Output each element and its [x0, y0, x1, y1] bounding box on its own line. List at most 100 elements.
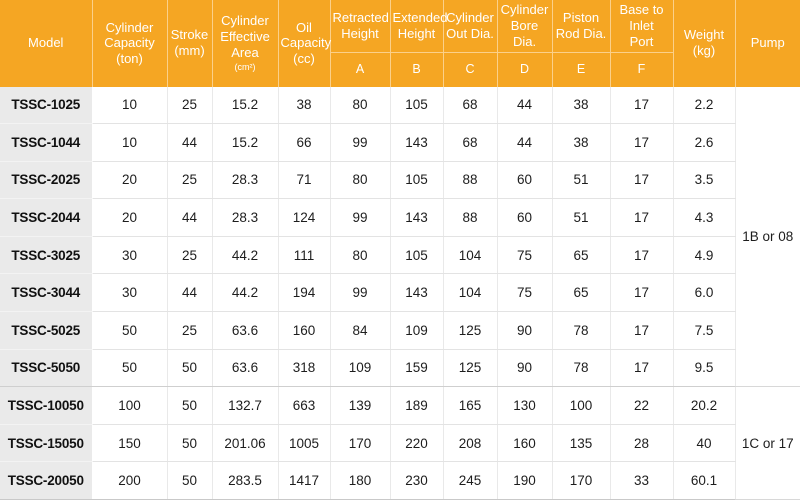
cell-eff-area: 63.6 — [212, 349, 279, 388]
cell-extended: 105 — [390, 236, 444, 275]
header-line: Bore Dia. — [510, 17, 539, 49]
header-line: Extended — [392, 9, 448, 25]
cell-rod-dia: 170 — [552, 461, 611, 500]
cell-model: TSSC-20050 — [0, 461, 93, 500]
cell-inlet-port: 17 — [610, 311, 674, 350]
cell-retracted: 109 — [330, 349, 391, 388]
cell-out-dia: 208 — [443, 424, 498, 463]
header-line: Rod Dia. — [555, 25, 607, 41]
cell-bore-dia: 60 — [497, 161, 553, 200]
cell-cyl-cap: 10 — [92, 123, 168, 162]
header-cylinder-bore-dia: Cylinder Bore Dia. — [497, 0, 553, 53]
cell-cyl-cap: 30 — [92, 273, 168, 313]
header-line: Capacity — [104, 35, 155, 51]
cell-cyl-cap: 10 — [92, 86, 168, 125]
cell-oil-cap: 663 — [278, 386, 331, 425]
cell-bore-dia: 75 — [497, 273, 553, 313]
cell-retracted: 170 — [330, 424, 391, 463]
header-line: Out Dia. — [446, 25, 494, 41]
cell-rod-dia: 100 — [552, 386, 611, 425]
cell-cyl-cap: 20 — [92, 198, 168, 237]
cell-weight: 60.1 — [673, 461, 736, 500]
header-line: Cylinder — [446, 9, 494, 25]
cell-oil-cap: 71 — [278, 161, 331, 200]
cell-rod-dia: 78 — [552, 349, 611, 388]
cell-model: TSSC-5050 — [0, 349, 93, 388]
cell-weight: 4.3 — [673, 198, 736, 237]
header-line: Port — [629, 33, 654, 49]
header-line: Cylinder — [221, 13, 269, 29]
cell-eff-area: 28.3 — [212, 198, 279, 237]
cell-eff-area: 28.3 — [212, 161, 279, 200]
cell-retracted: 139 — [330, 386, 391, 425]
header-weight: Weight (kg) — [673, 0, 736, 87]
cell-out-dia: 125 — [443, 349, 498, 388]
cell-eff-area: 44.2 — [212, 236, 279, 275]
cell-rod-dia: 135 — [552, 424, 611, 463]
cell-rod-dia: 65 — [552, 236, 611, 275]
cell-out-dia: 104 — [443, 273, 498, 313]
cell-bore-dia: 130 — [497, 386, 553, 425]
table-row: TSSC-2044 20 44 28.3 124 99 143 88 60 51 17 4.3 — [0, 198, 800, 237]
cell-inlet-port: 33 — [610, 461, 674, 500]
cell-out-dia: 245 — [443, 461, 498, 500]
cell-bore-dia: 44 — [497, 123, 553, 162]
header-unit: (ton) — [116, 51, 143, 67]
cell-oil-cap: 111 — [278, 236, 331, 275]
table-body: TSSC-1025 10 25 15.2 38 80 105 68 44 38 17 2.2 1B or… — [0, 86, 800, 500]
header-line: Height — [397, 25, 436, 41]
header-unit: (mm) — [174, 43, 205, 59]
header-code-a: A — [330, 51, 391, 87]
header-line: Height — [341, 25, 379, 41]
cell-eff-area: 15.2 — [212, 123, 279, 162]
cell-extended: 220 — [390, 424, 444, 463]
cell-eff-area: 132.7 — [212, 386, 279, 425]
cell-oil-cap: 318 — [278, 349, 331, 388]
cell-cyl-cap: 200 — [92, 461, 168, 500]
header-model: Model — [0, 0, 93, 87]
cell-model: TSSC-1044 — [0, 123, 93, 162]
cylinder-specification-table: Model Cylinder Capacity (ton) Stroke (mm… — [0, 0, 800, 500]
cell-oil-cap: 160 — [278, 311, 331, 350]
cell-model: TSSC-1025 — [0, 86, 93, 125]
header-line: Effective — [220, 29, 270, 45]
header-line: Cylinder — [105, 19, 154, 35]
header-line: Retracted — [332, 9, 389, 25]
header-cylinder-out-dia: Cylinder Out Dia. — [443, 0, 498, 53]
cell-weight: 6.0 — [673, 273, 736, 313]
cell-extended: 105 — [390, 86, 444, 125]
table-row: TSSC-2025 20 25 28.3 71 80 105 88 60 51 17 3.5 — [0, 161, 800, 200]
cell-rod-dia: 38 — [552, 86, 611, 125]
cell-extended: 189 — [390, 386, 444, 425]
cell-stroke: 25 — [167, 236, 213, 275]
cell-stroke: 44 — [167, 123, 213, 162]
cell-bore-dia: 90 — [497, 311, 553, 350]
cell-weight: 2.2 — [673, 86, 736, 125]
cell-eff-area: 63.6 — [212, 311, 279, 350]
cell-out-dia: 104 — [443, 236, 498, 275]
header-unit: (cc) — [293, 51, 315, 67]
cell-rod-dia: 65 — [552, 273, 611, 313]
cell-rod-dia: 51 — [552, 161, 611, 200]
header-line: Inlet — [629, 17, 654, 33]
cell-inlet-port: 17 — [610, 236, 674, 275]
header-line: Cylinder — [500, 2, 549, 17]
cell-oil-cap: 194 — [278, 273, 331, 313]
cell-inlet-port: 17 — [610, 273, 674, 313]
cell-oil-cap: 1417 — [278, 461, 331, 500]
cell-stroke: 44 — [167, 273, 213, 313]
cell-weight: 2.6 — [673, 123, 736, 162]
table-row: TSSC-5050 50 50 63.6 318 109 159 125 90 78 17 9.5 — [0, 349, 800, 388]
cell-weight: 9.5 — [673, 349, 736, 388]
cell-stroke: 50 — [167, 349, 213, 388]
cell-bore-dia: 75 — [497, 236, 553, 275]
header-unit: (kg) — [692, 43, 716, 59]
cell-out-dia: 68 — [443, 123, 498, 162]
cell-stroke: 25 — [167, 311, 213, 350]
cell-extended: 230 — [390, 461, 444, 500]
header-line: Capacity — [280, 35, 332, 51]
table-row: TSSC-10050 100 50 132.7 663 139 189 165 130 100 22… — [0, 386, 800, 500]
cell-retracted: 99 — [330, 123, 391, 162]
header-code-c: C — [443, 51, 498, 87]
cell-extended: 105 — [390, 161, 444, 200]
